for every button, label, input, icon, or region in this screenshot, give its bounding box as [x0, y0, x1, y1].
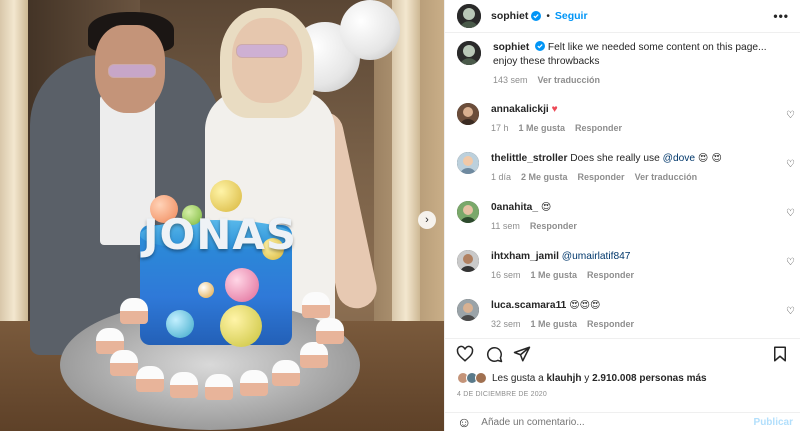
post-actions	[445, 338, 800, 368]
caption-text: Felt like we needed some content on this…	[493, 42, 767, 67]
verified-badge-icon	[535, 41, 546, 51]
comment-likes[interactable]: 2 Me gusta	[521, 172, 568, 182]
comment-age: 16 sem	[491, 270, 521, 280]
reply-link[interactable]: Responder	[578, 172, 625, 182]
reply-link[interactable]: Responder	[575, 123, 622, 133]
post-header: sophiet • Seguir •••	[445, 0, 800, 33]
comment-item: annakalickji ♥ 17 h 1 Me gusta Responder…	[445, 103, 800, 152]
author-username[interactable]: sophiet	[491, 10, 528, 22]
comment-input[interactable]	[481, 416, 732, 428]
cake-lettering: JONAS	[142, 210, 298, 259]
add-comment-bar: ☺ Publicar	[445, 412, 800, 431]
comment-username[interactable]: annakalickji	[491, 104, 549, 115]
reply-link[interactable]: Responder	[587, 319, 634, 329]
avatar[interactable]	[457, 103, 479, 125]
comment-username[interactable]: thelittle_stroller	[491, 153, 567, 164]
avatar[interactable]	[457, 201, 479, 223]
comment-username[interactable]: luca.scamara11	[491, 300, 566, 311]
comment-item: ihtxham_jamil @umairlatif847 16 sem 1 Me…	[445, 250, 800, 299]
avatar[interactable]	[457, 41, 481, 65]
bookmark-save-icon[interactable]	[771, 345, 789, 363]
comment-mention[interactable]: @dove	[663, 153, 695, 164]
comment-emoji: 😍😍😍	[569, 300, 601, 311]
comment-emoji: 😍	[540, 202, 552, 213]
comment-likes[interactable]: 1 Me gusta	[531, 319, 578, 329]
caption-username[interactable]: sophiet	[493, 42, 529, 53]
comment-item: 0anahita_ 😍 11 sem Responder ♡	[445, 201, 800, 250]
likes-middle: y	[584, 372, 590, 384]
caption: sophiet Felt like we needed some content…	[445, 41, 800, 103]
comment-age: 17 h	[491, 123, 509, 133]
liker-avatars	[457, 372, 487, 384]
post-date: 4 DE DICIEMBRE DE 2020	[457, 391, 547, 398]
comment-emoji: 😍 😍	[697, 153, 722, 164]
caption-age: 143 sem	[493, 75, 528, 85]
comment-age: 1 día	[491, 172, 512, 182]
like-comment-heart-icon[interactable]: ♡	[786, 208, 795, 219]
chevron-right-icon: ›	[425, 214, 429, 226]
more-options-icon[interactable]: •••	[773, 9, 789, 23]
like-heart-icon[interactable]	[456, 345, 474, 363]
emoji-picker-icon[interactable]: ☺	[457, 414, 471, 430]
avatar[interactable]	[457, 4, 481, 28]
reply-link[interactable]: Responder	[530, 221, 577, 231]
verified-badge-icon	[531, 11, 542, 21]
like-comment-heart-icon[interactable]: ♡	[786, 110, 795, 121]
comment-item: luca.scamara11 😍😍😍 32 sem 1 Me gusta Res…	[445, 299, 800, 331]
like-comment-heart-icon[interactable]: ♡	[786, 159, 795, 170]
comment-username[interactable]: ihtxham_jamil	[491, 251, 559, 262]
comments-list[interactable]: sophiet Felt like we needed some content…	[445, 41, 800, 331]
comment-item: thelittle_stroller Does she really use @…	[445, 152, 800, 201]
likes-summary: Les gusta a klauhjh y 2.910.008 personas…	[457, 372, 707, 384]
avatar[interactable]	[457, 152, 479, 174]
likes-prefix: Les gusta a	[492, 372, 544, 384]
comment-bubble-icon[interactable]	[485, 345, 503, 363]
post-sidebar: sophiet • Seguir ••• sophiet Felt like w…	[444, 0, 800, 431]
caption-translate-link[interactable]: Ver traducción	[538, 75, 601, 85]
comment-mention[interactable]: @umairlatif847	[562, 251, 631, 262]
reply-link[interactable]: Responder	[587, 270, 634, 280]
publish-button[interactable]: Publicar	[754, 417, 793, 428]
comment-text: ♥	[551, 104, 558, 115]
comment-likes[interactable]: 1 Me gusta	[531, 270, 578, 280]
post-window: JONAS › sophiet • Seguir ••• sophiet Fel…	[0, 0, 800, 431]
like-comment-heart-icon[interactable]: ♡	[786, 306, 795, 317]
comment-text: Does she really use	[570, 153, 660, 164]
likes-count[interactable]: 2.910.008 personas más	[592, 373, 707, 384]
share-send-icon[interactable]	[513, 345, 531, 363]
comment-age: 11 sem	[491, 221, 520, 231]
next-photo-button[interactable]: ›	[418, 211, 436, 229]
avatar[interactable]	[457, 299, 479, 321]
like-comment-heart-icon[interactable]: ♡	[786, 257, 795, 268]
comment-username[interactable]: 0anahita_	[491, 202, 538, 213]
liker-username[interactable]: klauhjh	[547, 373, 582, 384]
avatar[interactable]	[457, 250, 479, 272]
follow-button[interactable]: Seguir	[555, 10, 588, 22]
translate-link[interactable]: Ver traducción	[635, 172, 698, 182]
post-photo[interactable]: JONAS ›	[0, 0, 444, 431]
comment-age: 32 sem	[491, 319, 521, 329]
comment-likes[interactable]: 1 Me gusta	[519, 123, 566, 133]
